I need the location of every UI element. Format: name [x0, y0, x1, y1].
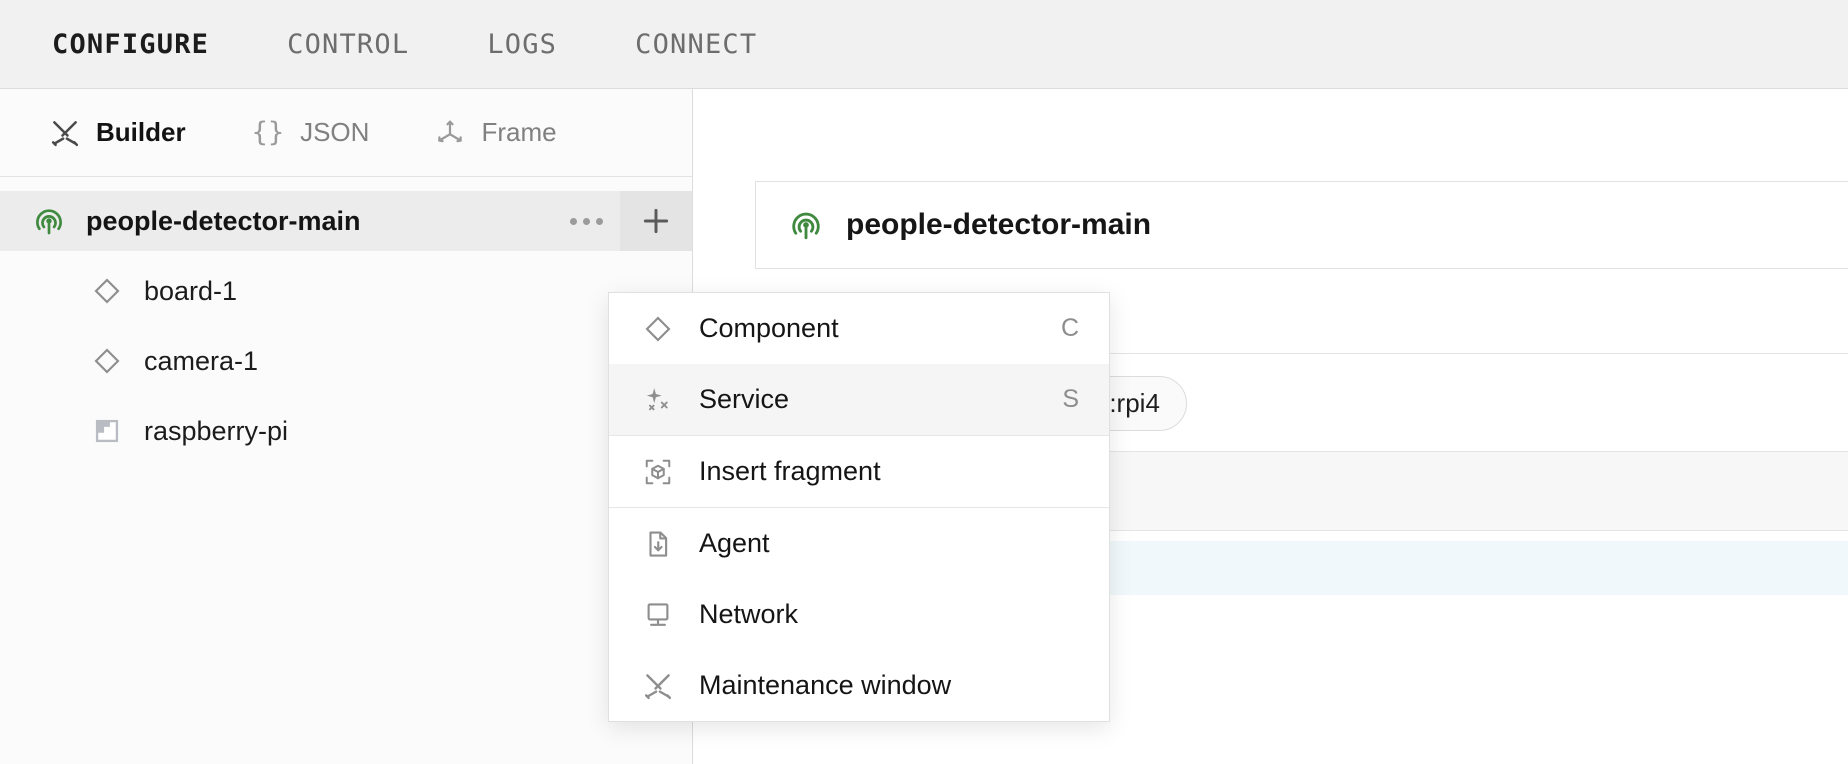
tab-json[interactable]: {} JSON: [252, 117, 370, 148]
diamond-icon: [641, 314, 675, 344]
menu-item-agent-label: Agent: [699, 528, 770, 558]
add-resource-menu: Component C Service S Insert fragment Ag…: [608, 292, 1110, 722]
tools-icon: [50, 118, 80, 148]
tree-item-camera-1[interactable]: camera-1: [0, 331, 692, 391]
resource-tree: people-detector-main board-1 camera-1 ra…: [0, 177, 692, 461]
tree-root-actions: [552, 191, 692, 251]
machine-icon: [30, 204, 68, 238]
curly-braces-icon: {}: [251, 117, 285, 148]
monitor-icon: [641, 600, 675, 630]
tab-builder-label: Builder: [96, 117, 186, 147]
sparkles-icon: [641, 385, 675, 415]
fragment-cube-icon: [641, 457, 675, 487]
tree-item-camera-1-label: camera-1: [144, 345, 259, 376]
tree-item-raspberry-pi-label: raspberry-pi: [144, 415, 289, 446]
machine-summary-card[interactable]: people-detector-main: [755, 181, 1848, 269]
tab-configure[interactable]: CONFIGURE: [52, 29, 209, 60]
tab-frame[interactable]: Frame: [435, 117, 557, 148]
module-icon: [88, 417, 126, 445]
menu-item-service[interactable]: Service S: [609, 364, 1109, 435]
menu-item-maintenance-window[interactable]: Maintenance window: [609, 650, 1109, 721]
menu-item-insert-fragment-label: Insert fragment: [699, 456, 881, 486]
component-diamond-icon: [88, 346, 126, 376]
tree-item-board-1-label: board-1: [144, 275, 238, 306]
menu-item-insert-fragment[interactable]: Insert fragment: [609, 436, 1109, 507]
tab-connect[interactable]: CONNECT: [635, 29, 757, 60]
configuration-sidebar: Builder {} JSON Frame people-detector-ma…: [0, 89, 693, 764]
tree-item-machine-root[interactable]: people-detector-main: [0, 191, 692, 251]
menu-item-maintenance-window-label: Maintenance window: [699, 670, 952, 700]
machine-icon: [788, 207, 824, 243]
tree-item-raspberry-pi[interactable]: raspberry-pi: [0, 401, 692, 461]
tab-builder[interactable]: Builder: [50, 117, 186, 148]
menu-item-network[interactable]: Network: [609, 579, 1109, 650]
menu-item-service-shortcut: S: [1062, 385, 1079, 413]
menu-item-component-shortcut: C: [1060, 314, 1079, 342]
tools-icon: [641, 671, 675, 701]
menu-item-agent[interactable]: Agent: [609, 508, 1109, 579]
tree-item-board-1[interactable]: board-1: [0, 261, 692, 321]
tab-logs[interactable]: LOGS: [487, 29, 557, 60]
tab-json-label: JSON: [300, 117, 370, 147]
menu-item-network-label: Network: [699, 599, 799, 629]
machine-card-title: people-detector-main: [846, 208, 1152, 241]
tree-item-machine-label: people-detector-main: [86, 205, 361, 236]
top-navigation-bar: CONFIGURE CONTROL LOGS CONNECT: [0, 0, 1848, 89]
component-diamond-icon: [88, 276, 126, 306]
editor-mode-tabs: Builder {} JSON Frame: [0, 89, 692, 177]
menu-item-component-label: Component: [699, 313, 839, 343]
tab-control[interactable]: CONTROL: [287, 29, 409, 60]
file-download-icon: [641, 529, 675, 559]
menu-item-component[interactable]: Component C: [609, 293, 1109, 364]
more-options-icon[interactable]: [552, 191, 620, 251]
tab-frame-label: Frame: [481, 117, 557, 147]
axes-icon: [435, 118, 465, 148]
add-resource-button[interactable]: [620, 191, 692, 251]
menu-item-service-label: Service: [699, 384, 790, 414]
